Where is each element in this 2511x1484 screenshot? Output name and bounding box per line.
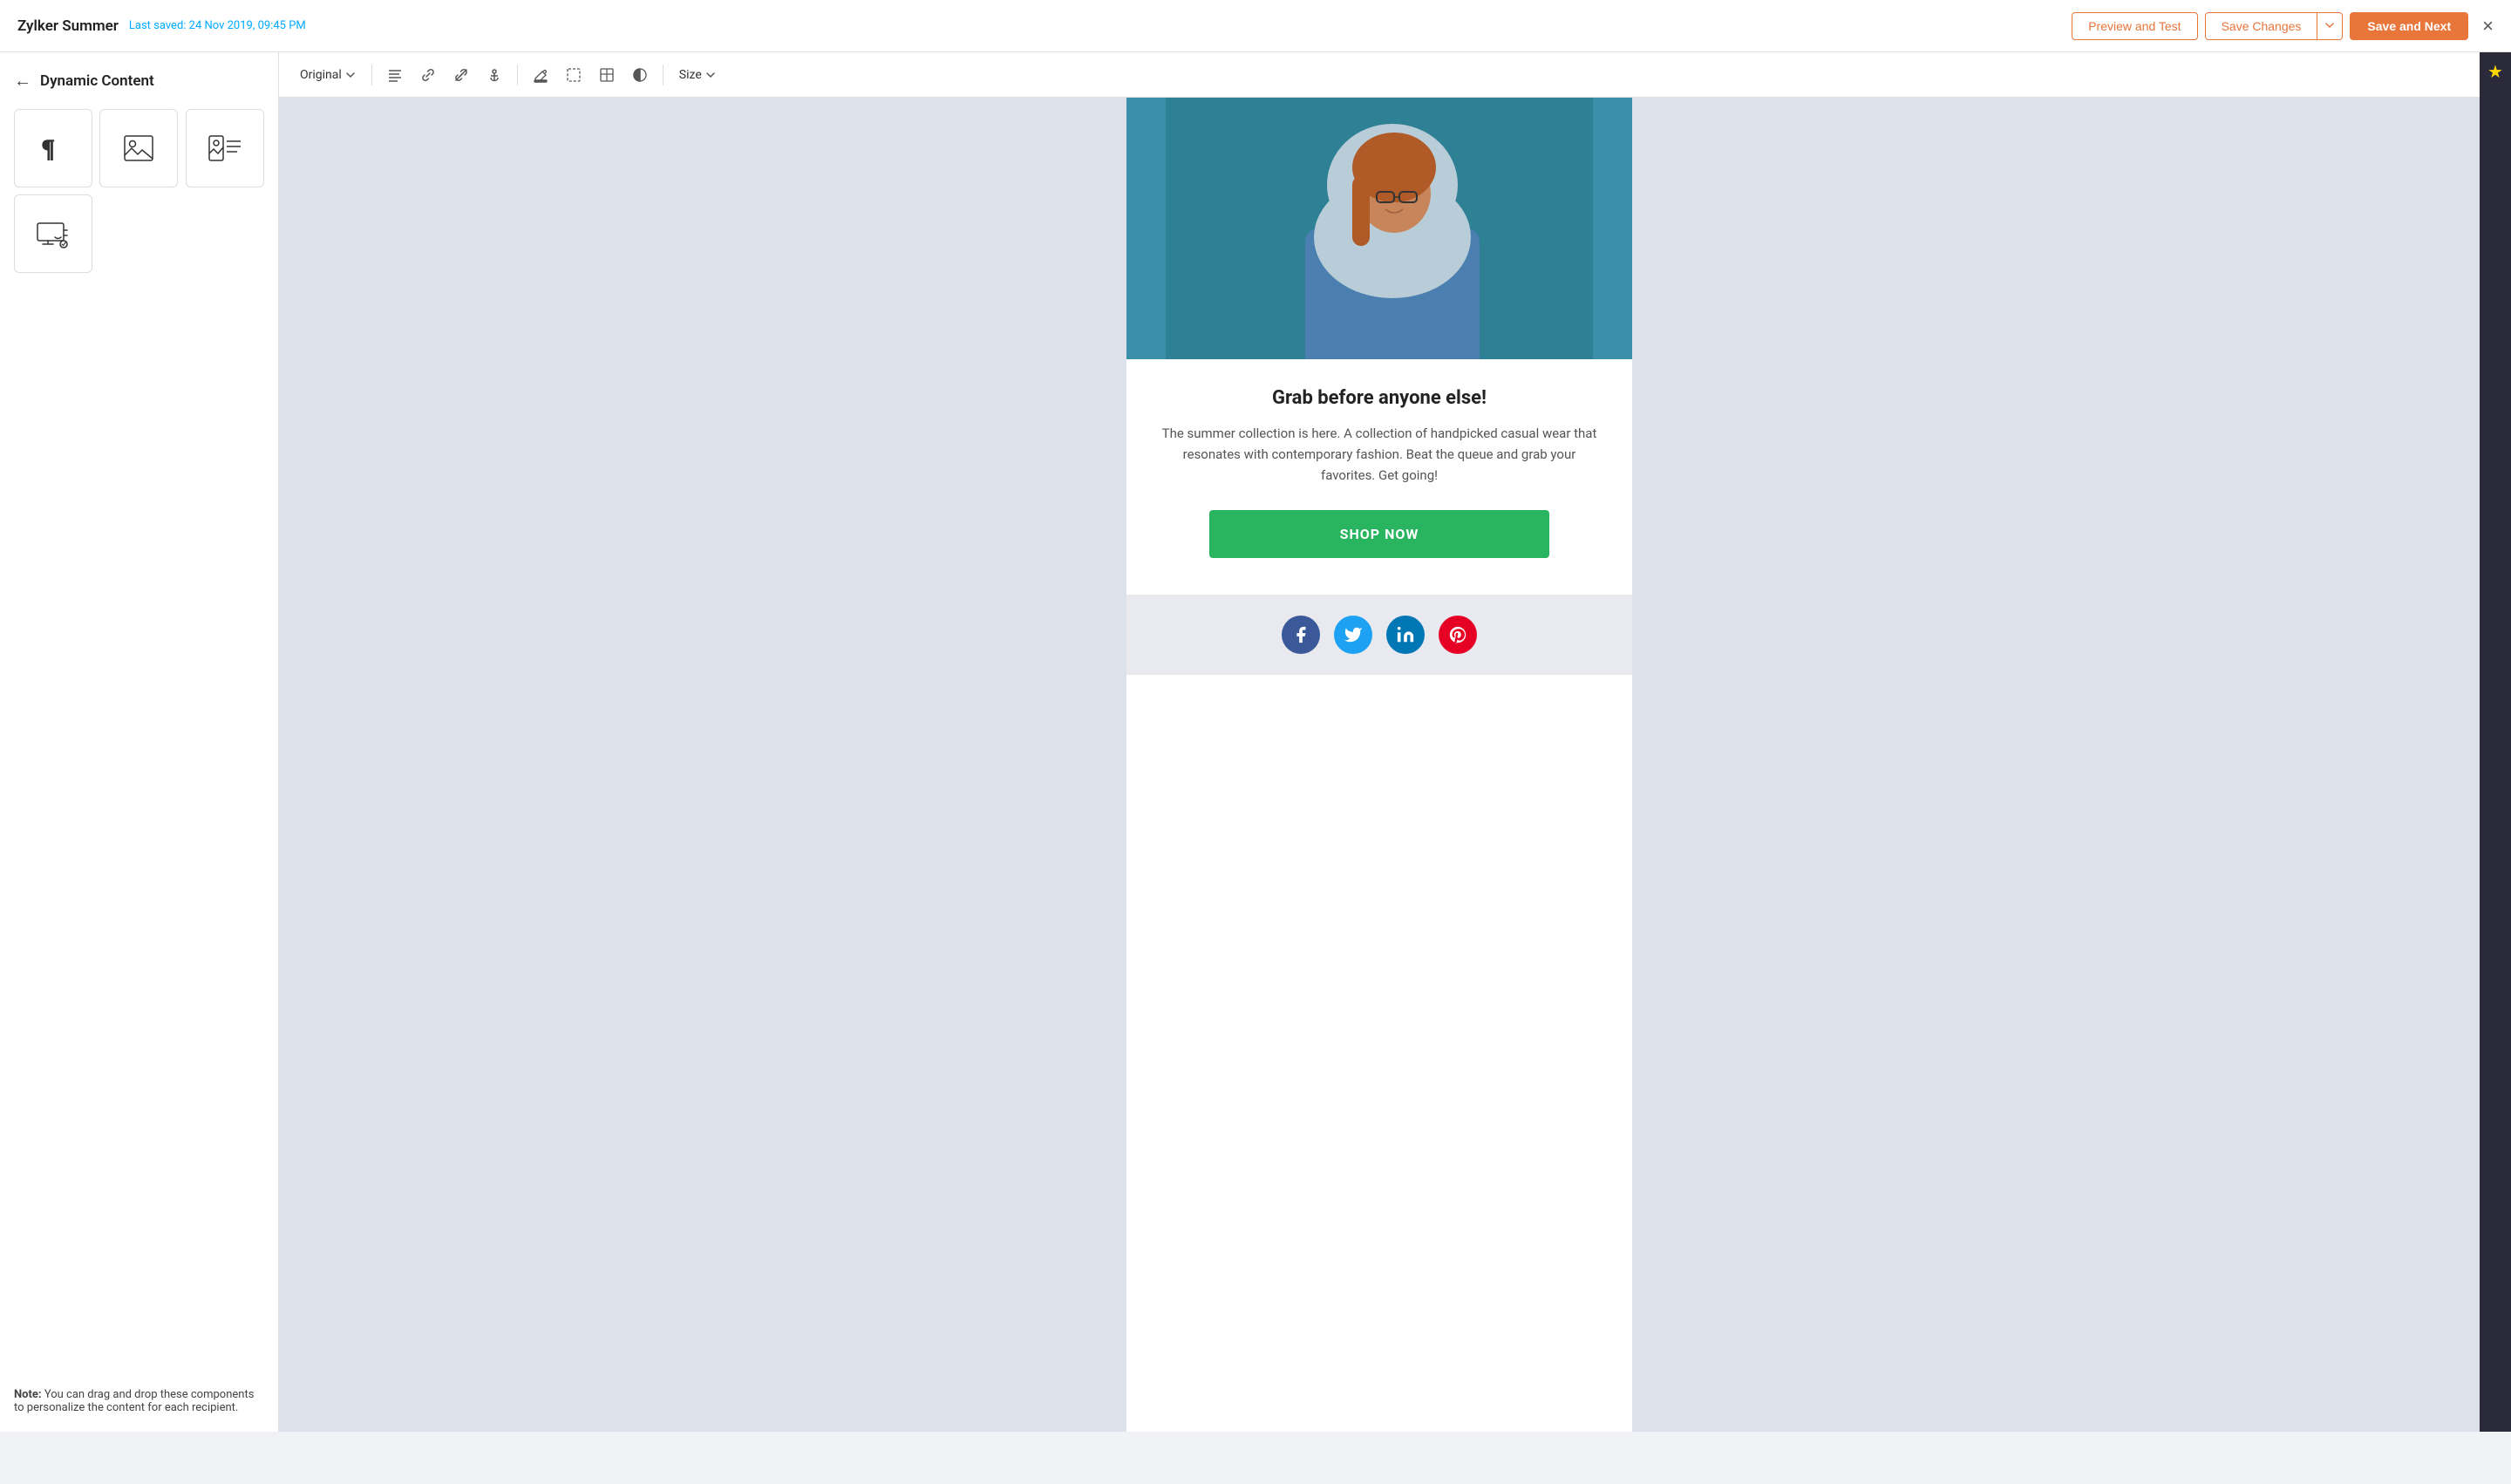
sidebar: ← Dynamic Content ¶ (0, 52, 279, 1432)
save-changes-dropdown-button[interactable] (2317, 12, 2343, 40)
shop-now-button[interactable]: SHOP NOW (1209, 510, 1549, 558)
save-changes-group: Save Changes (2205, 12, 2344, 40)
image-text-block-icon (208, 131, 242, 166)
twitter-icon-button[interactable] (1334, 616, 1372, 654)
pinterest-icon-button[interactable] (1439, 616, 1477, 654)
table-icon[interactable] (593, 61, 621, 89)
email-headline: Grab before anyone else! (1161, 387, 1597, 409)
save-and-next-button[interactable]: Save and Next (2350, 12, 2468, 40)
original-label: Original (300, 68, 342, 82)
back-arrow-icon: ← (14, 70, 31, 92)
email-paragraph: The summer collection is here. A collect… (1161, 423, 1597, 486)
link-icon[interactable] (414, 61, 442, 89)
image-block-icon (121, 131, 156, 166)
right-panel: ★ (2480, 52, 2511, 1432)
toolbar-separator-1 (371, 65, 372, 85)
email-canvas: Grab before anyone else! The summer coll… (1126, 98, 1632, 1432)
size-chevron-icon (705, 70, 716, 80)
back-button[interactable]: ← Dynamic Content (14, 70, 264, 92)
sidebar-components-grid: ¶ (14, 109, 264, 187)
editor-area: Original (279, 52, 2480, 1432)
unlink-icon[interactable] (447, 61, 475, 89)
text-block-icon: ¶ (36, 131, 71, 166)
save-changes-button[interactable]: Save Changes (2205, 12, 2318, 40)
anchor-icon[interactable] (480, 61, 508, 89)
email-hero-image[interactable] (1126, 98, 1632, 359)
header-right: Preview and Test Save Changes Save and N… (2072, 12, 2494, 40)
email-body: Grab before anyone else! The summer coll… (1126, 359, 1632, 595)
close-button[interactable]: × (2482, 15, 2494, 37)
sidebar-title: Dynamic Content (40, 72, 154, 90)
svg-text:¶: ¶ (43, 136, 54, 163)
image-block-component[interactable] (99, 109, 178, 187)
text-block-component[interactable]: ¶ (14, 109, 92, 187)
main-layout: ← Dynamic Content ¶ (0, 52, 2511, 1432)
facebook-icon-button[interactable] (1282, 616, 1320, 654)
canvas-area[interactable]: Grab before anyone else! The summer coll… (279, 98, 2480, 1432)
dynamic-content-icon (36, 216, 71, 251)
app-header: Zylker Summer Last saved: 24 Nov 2019, 0… (0, 0, 2511, 52)
email-social-section (1126, 595, 1632, 675)
hero-illustration (1126, 98, 1632, 359)
chevron-down-icon (2324, 20, 2335, 31)
toolbar-separator-2 (517, 65, 518, 85)
sidebar-note-text: You can drag and drop these components t… (14, 1388, 254, 1414)
preview-and-test-button[interactable]: Preview and Test (2072, 12, 2197, 40)
favorites-star-icon[interactable]: ★ (2487, 61, 2503, 82)
image-text-block-component[interactable] (186, 109, 264, 187)
dynamic-content-component[interactable] (14, 194, 92, 273)
sidebar-note-bold: Note: (14, 1388, 42, 1401)
sidebar-second-row (14, 194, 264, 273)
sidebar-note: Note: You can drag and drop these compon… (14, 1379, 264, 1414)
size-label: Size (679, 68, 702, 82)
editor-toolbar: Original (279, 52, 2480, 98)
size-dropdown[interactable]: Size (672, 65, 723, 85)
header-left: Zylker Summer Last saved: 24 Nov 2019, 0… (17, 17, 306, 35)
last-saved-label: Last saved: 24 Nov 2019, 09:45 PM (129, 19, 306, 32)
align-icon[interactable] (381, 61, 409, 89)
fill-color-icon[interactable] (527, 61, 555, 89)
linkedin-icon-button[interactable] (1386, 616, 1425, 654)
original-chevron-icon (345, 70, 356, 80)
original-dropdown[interactable]: Original (293, 65, 363, 85)
selection-icon[interactable] (560, 61, 588, 89)
app-title: Zylker Summer (17, 17, 119, 35)
contrast-icon[interactable] (626, 61, 654, 89)
